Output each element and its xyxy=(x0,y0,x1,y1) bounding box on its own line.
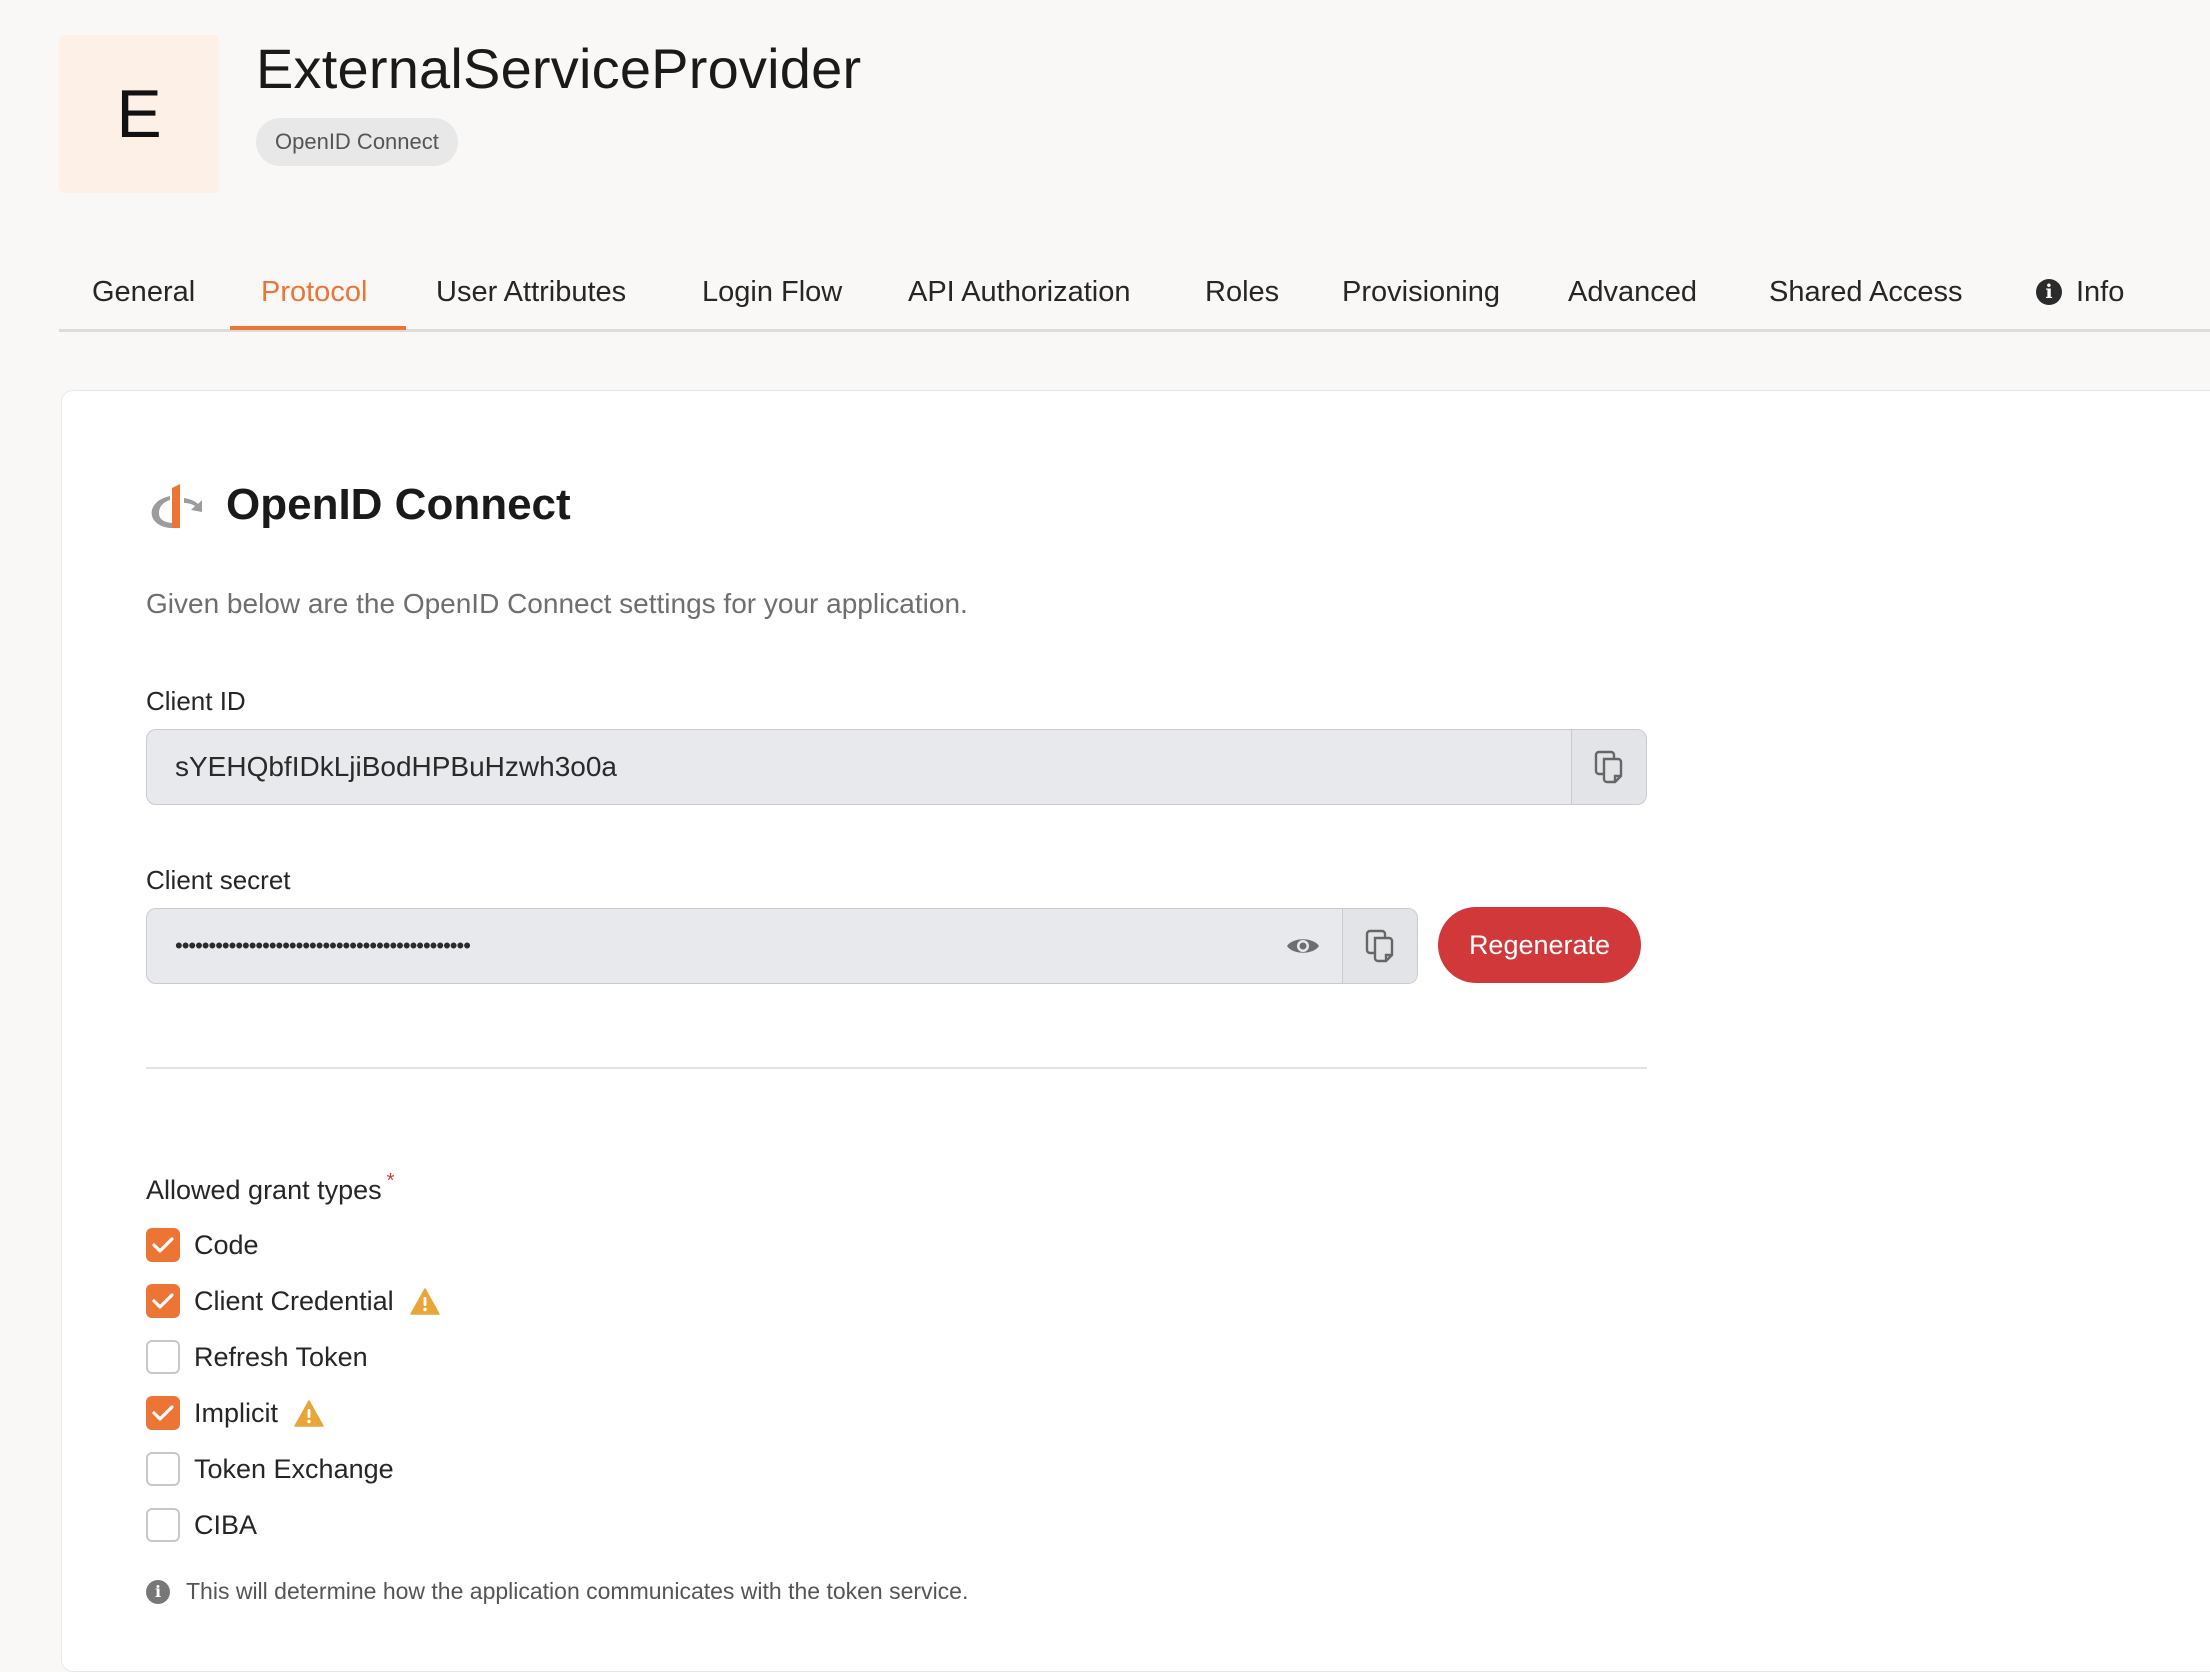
tab-user-attributes[interactable]: User Attributes xyxy=(436,276,626,309)
show-secret-button[interactable] xyxy=(1273,909,1333,983)
section-divider xyxy=(146,1067,1647,1069)
check-icon xyxy=(152,1405,174,1421)
copy-icon xyxy=(1594,750,1623,784)
grant-option-ciba[interactable]: CIBA xyxy=(146,1507,257,1543)
tab-roles[interactable]: Roles xyxy=(1205,276,1279,309)
required-mark: * xyxy=(386,1170,395,1192)
warning-icon[interactable] xyxy=(294,1399,324,1427)
app-title: ExternalServiceProvider xyxy=(256,37,862,100)
eye-icon xyxy=(1287,939,1319,953)
tab-shared-access[interactable]: Shared Access xyxy=(1769,276,1962,309)
client-secret-label: Client secret xyxy=(146,865,291,895)
checkbox-unchecked[interactable] xyxy=(146,1508,180,1542)
tab-advanced[interactable]: Advanced xyxy=(1568,276,1697,309)
grant-option-label: Implicit xyxy=(194,1397,279,1428)
grant-option-label: Code xyxy=(194,1229,259,1260)
openid-logo-icon xyxy=(151,484,202,528)
info-icon: i xyxy=(146,1579,170,1604)
client-id-field[interactable]: sYEHQbfIDkLjiBodHPBuHzwh3o0a xyxy=(146,729,1647,805)
tab-api-authorization[interactable]: API Authorization xyxy=(908,276,1130,309)
tab-info[interactable]: i Info xyxy=(2036,276,2124,309)
tab-bar: General Protocol User Attributes Login F… xyxy=(59,264,2210,332)
app-avatar: E xyxy=(59,35,219,193)
grant-types-label-text: Allowed grant types xyxy=(146,1175,382,1205)
protocol-badge: OpenID Connect xyxy=(256,118,458,166)
tab-login-flow[interactable]: Login Flow xyxy=(702,276,842,309)
regenerate-button[interactable]: Regenerate xyxy=(1438,907,1641,983)
grant-option-label: CIBA xyxy=(194,1509,258,1540)
check-icon xyxy=(152,1237,174,1253)
tab-info-label: Info xyxy=(2076,276,2125,308)
grant-option-label: Token Exchange xyxy=(194,1453,394,1484)
grant-option-code[interactable]: Code xyxy=(146,1227,259,1263)
section-description: Given below are the OpenID Connect setti… xyxy=(146,588,968,619)
info-icon: i xyxy=(2036,279,2062,305)
grant-option-token-exchange[interactable]: Token Exchange xyxy=(146,1451,394,1487)
app-avatar-letter: E xyxy=(116,76,162,152)
grant-option-label: Client Credential xyxy=(194,1285,394,1316)
grant-types-hint-text: This will determine how the application … xyxy=(186,1578,969,1604)
client-id-label: Client ID xyxy=(146,686,246,716)
copy-client-id-button[interactable] xyxy=(1571,730,1646,804)
active-tab-indicator xyxy=(230,326,406,330)
copy-icon xyxy=(1365,929,1394,963)
grant-types-hint: i This will determine how the applicatio… xyxy=(146,1578,968,1605)
client-id-value: sYEHQbfIDkLjiBodHPBuHzwh3o0a xyxy=(175,751,617,782)
section-title: OpenID Connect xyxy=(226,480,571,529)
grant-option-client-credential[interactable]: Client Credential xyxy=(146,1283,440,1319)
checkbox-unchecked[interactable] xyxy=(146,1452,180,1486)
client-secret-value: ••••••••••••••••••••••••••••••••••••••••… xyxy=(175,933,471,958)
checkbox-checked[interactable] xyxy=(146,1228,180,1262)
tab-provisioning[interactable]: Provisioning xyxy=(1342,276,1500,309)
checkbox-unchecked[interactable] xyxy=(146,1340,180,1374)
grant-option-refresh-token[interactable]: Refresh Token xyxy=(146,1339,368,1375)
warning-icon[interactable] xyxy=(409,1287,440,1315)
tab-general[interactable]: General xyxy=(92,276,195,309)
grant-types-label: Allowed grant types * xyxy=(146,1170,394,1206)
grant-option-label: Refresh Token xyxy=(194,1341,368,1372)
client-secret-field[interactable]: ••••••••••••••••••••••••••••••••••••••••… xyxy=(146,908,1418,984)
grant-option-implicit[interactable]: Implicit xyxy=(146,1395,324,1431)
checkbox-checked[interactable] xyxy=(146,1396,180,1430)
tab-protocol[interactable]: Protocol xyxy=(261,276,367,309)
checkbox-checked[interactable] xyxy=(146,1284,180,1318)
check-icon xyxy=(152,1293,174,1309)
copy-client-secret-button[interactable] xyxy=(1342,909,1417,983)
